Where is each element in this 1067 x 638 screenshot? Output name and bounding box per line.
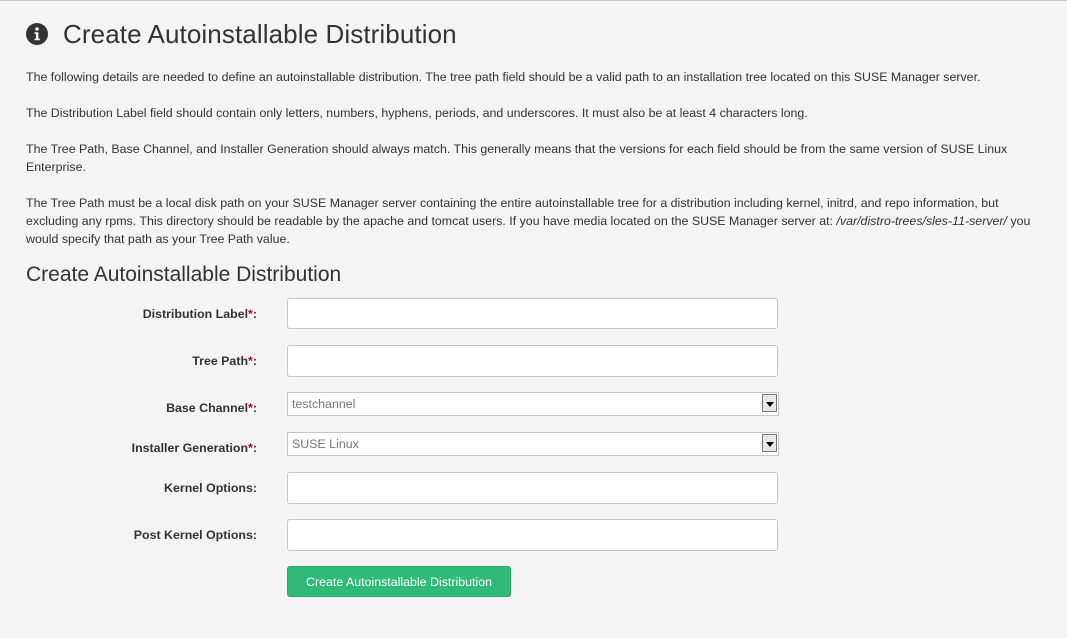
create-distribution-button[interactable]: Create Autoinstallable Distribution [287,566,511,597]
post-kernel-options-label-text: Post Kernel Options [133,528,253,542]
tree-path-label: Tree Path*: [192,354,257,368]
required-marker: * [248,307,253,321]
base-channel-selected-value: testchannel [292,397,356,411]
base-channel-label: Base Channel*: [166,401,257,415]
post-kernel-options-label: Post Kernel Options: [133,528,257,542]
tree-path-label-text: Tree Path [192,354,249,368]
base-channel-select[interactable]: testchannel [287,392,779,416]
form-title: Create Autoinstallable Distribution [26,263,342,286]
tree-path-input[interactable] [287,345,778,377]
chevron-down-icon[interactable] [762,394,777,412]
installer-generation-label-text: Installer Generation [131,441,249,455]
intro-paragraph-3: The Tree Path, Base Channel, and Install… [26,142,1008,174]
chevron-down-icon[interactable] [762,434,777,452]
installer-generation-select[interactable]: SUSE Linux [287,432,779,456]
kernel-options-input[interactable] [287,472,778,504]
info-circle-icon [26,23,48,45]
page-title: Create Autoinstallable Distribution [63,18,457,49]
distribution-label-label-text: Distribution Label [142,307,249,321]
required-marker: * [248,401,253,415]
required-marker: * [248,354,253,368]
distribution-label-input[interactable] [287,298,778,329]
installer-generation-label: Installer Generation*: [131,441,257,455]
page-header: Create Autoinstallable Distribution [26,18,457,50]
kernel-options-label-text: Kernel Options [164,481,253,495]
required-marker: * [248,441,253,455]
distribution-label-label: Distribution Label*: [142,307,257,321]
intro-paragraph-1: The following details are needed to defi… [26,70,981,84]
example-tree-path: /var/distro-trees/sles-11-server/ [836,214,1007,228]
kernel-options-label: Kernel Options: [164,481,257,495]
post-kernel-options-input[interactable] [287,519,778,551]
installer-generation-selected-value: SUSE Linux [292,437,359,451]
intro-paragraph-2: The Distribution Label field should cont… [26,106,808,120]
intro-paragraph-4: The Tree Path must be a local disk path … [26,194,1042,248]
base-channel-label-text: Base Channel [166,401,249,415]
